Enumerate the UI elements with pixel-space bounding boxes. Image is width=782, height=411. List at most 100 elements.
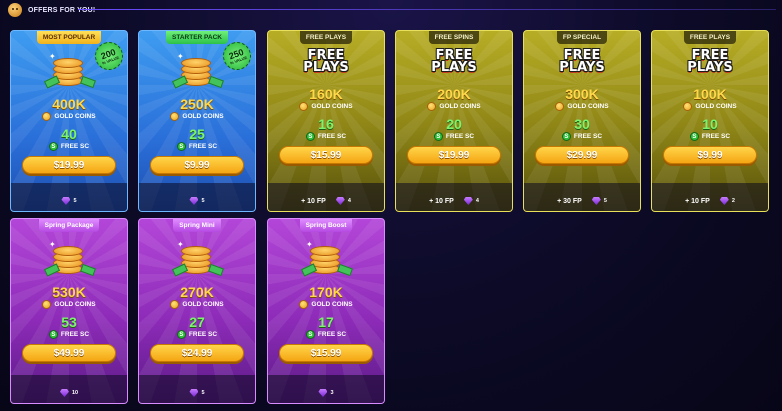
gold-coins-amount: 170K xyxy=(309,284,343,300)
gold-coins-amount: 300K xyxy=(565,86,599,102)
offer-card[interactable]: MOST POPULAR ✦ 200% VALUE 400K GOLD COIN… xyxy=(10,30,128,212)
offer-tag: STARTER PACK xyxy=(166,31,228,44)
sweeps-coin-icon: S xyxy=(48,330,58,339)
buy-button[interactable]: $9.99 xyxy=(663,146,757,164)
gold-coin-icon xyxy=(683,102,693,111)
free-plays-logo-icon: FREE PLAYS xyxy=(431,48,477,75)
free-sc-amount: 16 xyxy=(318,116,334,132)
offer-card[interactable]: Spring Mini ✦ 270K GOLD COINS 27 S FREE S… xyxy=(138,218,256,404)
gem-icon xyxy=(335,197,345,205)
offer-tag: Spring Mini xyxy=(173,219,221,232)
gold-coin-icon xyxy=(427,102,437,111)
gold-coin-icon xyxy=(42,112,52,121)
free-sc-label: FREE SC xyxy=(60,143,90,150)
coin-stack-icon: ✦ 250% VALUE xyxy=(167,38,255,94)
free-sc-amount: 20 xyxy=(446,116,462,132)
buy-button[interactable]: $19.99 xyxy=(407,146,501,164)
free-plays-bonus: + 10 FP xyxy=(685,197,710,205)
gold-coins-amount: 530K xyxy=(52,284,86,300)
sweeps-coin-icon: S xyxy=(561,132,571,141)
sweeps-coin-icon: S xyxy=(305,132,315,141)
buy-button[interactable]: $15.99 xyxy=(279,146,373,164)
gold-coins-amount: 200K xyxy=(437,86,471,102)
free-plays-bonus: + 10 FP xyxy=(301,197,326,205)
gold-coins-label: GOLD COINS xyxy=(311,301,353,308)
coin-stack-icon: ✦ xyxy=(39,236,99,282)
gem-count: 4 xyxy=(475,198,479,204)
gem-count: 5 xyxy=(201,390,205,396)
free-sc-label: FREE SC xyxy=(701,133,731,140)
free-sc-label: FREE SC xyxy=(188,331,218,338)
buy-button[interactable]: $15.99 xyxy=(279,344,373,362)
gold-coins-amount: 400K xyxy=(52,96,86,112)
gold-coin-icon xyxy=(299,300,309,309)
sweeps-coin-icon: S xyxy=(305,330,315,339)
sweeps-coin-icon: S xyxy=(176,142,186,151)
offer-grid: MOST POPULAR ✦ 200% VALUE 400K GOLD COIN… xyxy=(0,0,782,411)
gem-count: 5 xyxy=(603,198,607,204)
offer-tag: Spring Package xyxy=(38,219,100,232)
free-sc-amount: 40 xyxy=(61,126,77,142)
gold-coins-amount: 250K xyxy=(180,96,214,112)
gem-icon xyxy=(463,197,473,205)
gold-coin-icon xyxy=(42,300,52,309)
offer-tag: Spring Boost xyxy=(299,219,353,232)
free-sc-amount: 25 xyxy=(189,126,205,142)
gold-coins-amount: 270K xyxy=(180,284,214,300)
gem-count: 2 xyxy=(731,198,735,204)
coin-stack-icon: ✦ xyxy=(167,236,227,282)
free-plays-logo-icon: FREE PLAYS xyxy=(687,48,733,75)
gem-icon xyxy=(189,197,199,205)
free-sc-label: FREE SC xyxy=(60,331,90,338)
gold-coins-label: GOLD COINS xyxy=(567,103,609,110)
free-sc-label: FREE SC xyxy=(317,331,347,338)
offer-card[interactable]: FREE PLAYS FREE PLAYS 160K GOLD COINS 16 … xyxy=(267,30,385,212)
free-sc-amount: 53 xyxy=(61,314,77,330)
offer-card[interactable]: FREE SPINS FREE PLAYS 200K GOLD COINS 20 … xyxy=(395,30,513,212)
free-sc-amount: 10 xyxy=(702,116,718,132)
offer-card[interactable]: STARTER PACK ✦ 250% VALUE 250K GOLD COIN… xyxy=(138,30,256,212)
buy-button[interactable]: $29.99 xyxy=(535,146,629,164)
buy-button[interactable]: $49.99 xyxy=(22,344,116,362)
free-plays-bonus: + 10 FP xyxy=(429,197,454,205)
sweeps-coin-icon: S xyxy=(48,142,58,151)
offer-card[interactable]: Spring Boost ✦ 170K GOLD COINS 17 S FREE … xyxy=(267,218,385,404)
free-sc-label: FREE SC xyxy=(188,143,218,150)
offer-tag: FP SPECIAL xyxy=(556,31,608,44)
gem-count: 5 xyxy=(201,198,205,204)
gem-icon xyxy=(59,389,69,397)
gold-coins-label: GOLD COINS xyxy=(695,103,737,110)
offer-tag: FREE PLAYS xyxy=(683,31,737,44)
gold-coin-icon xyxy=(299,102,309,111)
free-sc-amount: 30 xyxy=(574,116,590,132)
gold-coin-icon xyxy=(170,300,180,309)
gem-icon xyxy=(61,197,71,205)
free-plays-bonus: + 30 FP xyxy=(557,197,582,205)
offer-card[interactable]: FP SPECIAL FREE PLAYS 300K GOLD COINS 30 … xyxy=(523,30,641,212)
gem-count: 5 xyxy=(73,198,77,204)
gold-coin-icon xyxy=(555,102,565,111)
buy-button[interactable]: $9.99 xyxy=(150,156,244,174)
free-plays-logo-icon: FREE PLAYS xyxy=(559,48,605,75)
free-sc-label: FREE SC xyxy=(573,133,603,140)
gem-icon xyxy=(591,197,601,205)
buy-button[interactable]: $19.99 xyxy=(22,156,116,174)
free-sc-label: FREE SC xyxy=(445,133,475,140)
gold-coins-amount: 100K xyxy=(693,86,727,102)
gem-icon xyxy=(318,389,328,397)
gold-coins-label: GOLD COINS xyxy=(54,301,96,308)
gold-coins-label: GOLD COINS xyxy=(439,103,481,110)
free-plays-logo-icon: FREE PLAYS xyxy=(303,48,349,75)
gold-coins-label: GOLD COINS xyxy=(182,113,224,120)
offer-card[interactable]: FREE PLAYS FREE PLAYS 100K GOLD COINS 10 … xyxy=(651,30,769,212)
free-sc-amount: 17 xyxy=(318,314,334,330)
gem-count: 4 xyxy=(347,198,351,204)
offer-card[interactable]: Spring Package ✦ 530K GOLD COINS 53 S FRE… xyxy=(10,218,128,404)
gold-coins-amount: 160K xyxy=(309,86,343,102)
gold-coins-label: GOLD COINS xyxy=(311,103,353,110)
gold-coins-label: GOLD COINS xyxy=(54,113,96,120)
sweeps-coin-icon: S xyxy=(176,330,186,339)
gem-icon xyxy=(189,389,199,397)
free-sc-amount: 27 xyxy=(189,314,205,330)
buy-button[interactable]: $24.99 xyxy=(150,344,244,362)
